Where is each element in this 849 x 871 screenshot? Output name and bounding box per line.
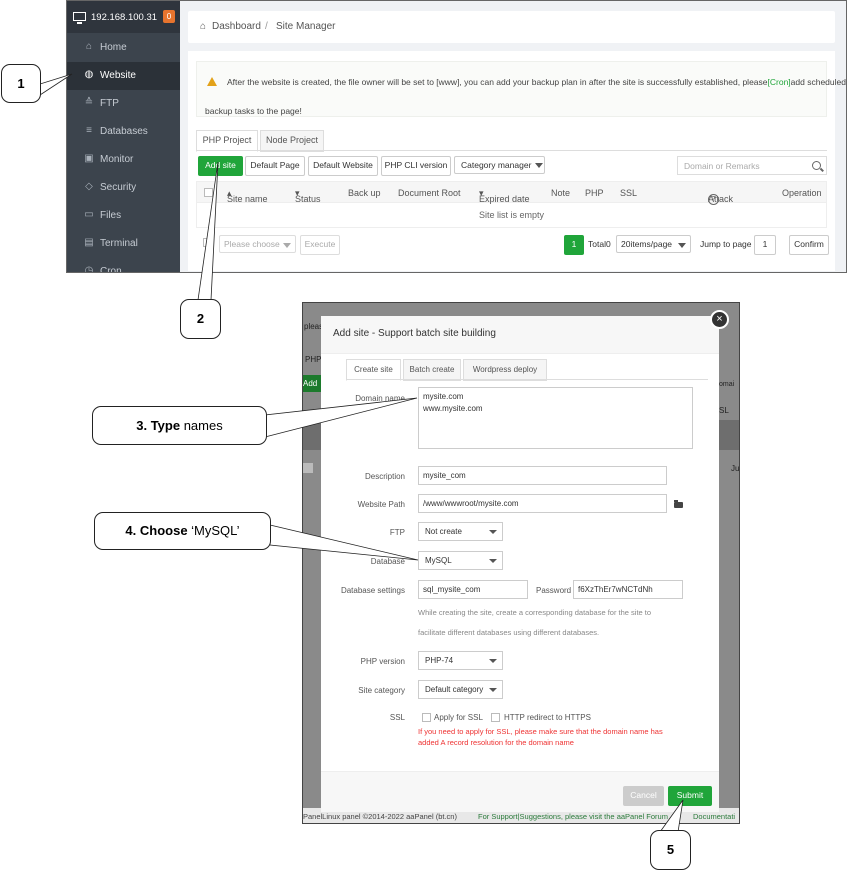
callout-4: 4. Choose ‘MySQL’ bbox=[94, 512, 271, 550]
callout-5: 5 bbox=[650, 830, 691, 870]
callout-3: 3. Type names bbox=[92, 406, 267, 445]
callout-1: 1 bbox=[1, 64, 41, 103]
callout-2: 2 bbox=[180, 299, 221, 339]
